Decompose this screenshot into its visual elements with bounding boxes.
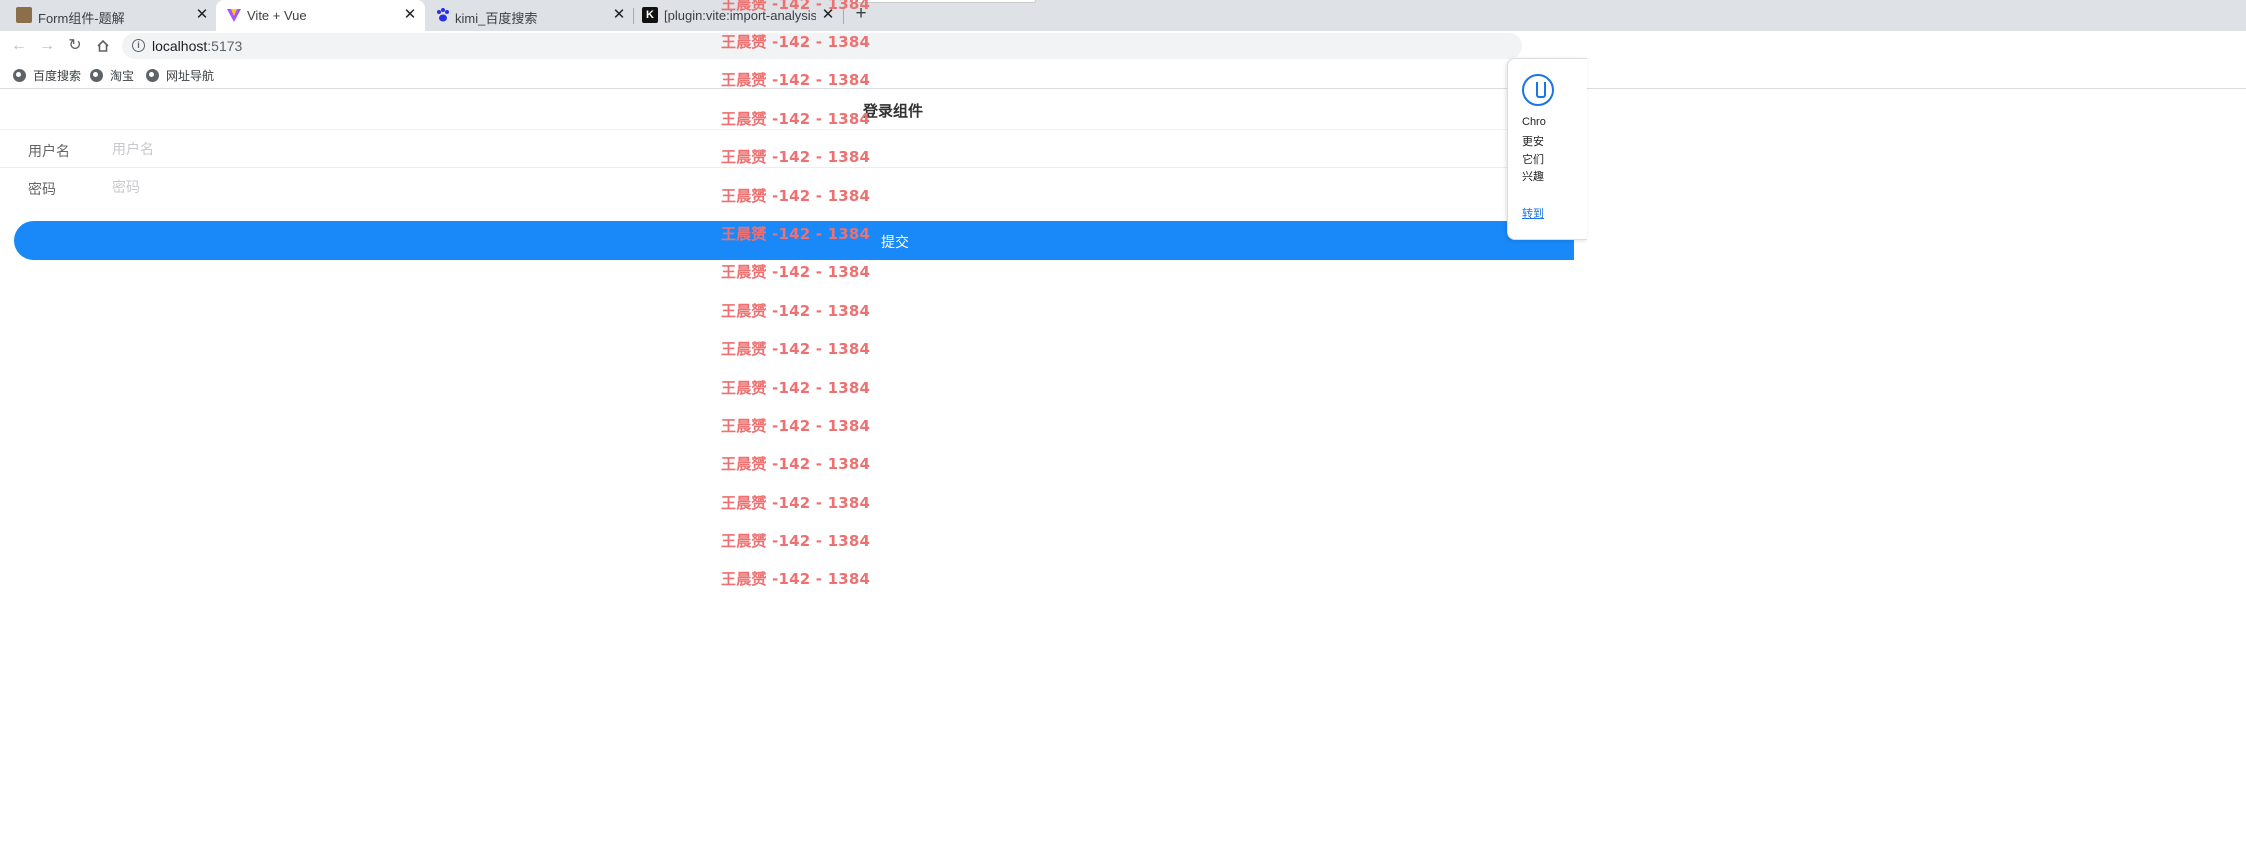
username-field: 用户名 (0, 130, 1545, 168)
submit-button[interactable]: 提交 (14, 221, 1574, 260)
bookmark-nav[interactable]: 网址导航 (146, 66, 214, 84)
username-label: 用户名 (28, 143, 70, 159)
page-content: 登录组件 用户名 密码 提交 (0, 90, 1574, 864)
globe-icon (90, 68, 103, 82)
vite-icon (226, 7, 242, 23)
popup-text-line: Chro (1522, 116, 1546, 128)
close-tab-icon[interactable]: ✕ (401, 6, 419, 24)
username-input[interactable] (112, 138, 1512, 160)
browser-toolbar: ← → ↻ i localhost:5173 (0, 31, 2246, 60)
popup-text-line: 兴趣 (1522, 171, 1544, 183)
close-tab-icon[interactable]: ✕ (819, 6, 837, 24)
tab-strip: Form组件-题解 ✕ Vite + Vue ✕ kimi_百度搜索 ✕ K [… (0, 0, 2246, 31)
kimi-k-icon: K (642, 7, 658, 23)
popup-link[interactable]: 转到 (1522, 205, 1544, 221)
bookmarks-bar: 百度搜索 淘宝 网址导航 (0, 60, 2246, 89)
tab-title: Vite + Vue (247, 8, 307, 23)
address-bar[interactable]: i localhost:5173 (122, 33, 1522, 59)
bookmark-baidu[interactable]: 百度搜索 (13, 66, 81, 84)
bookmark-label: 淘宝 (110, 68, 135, 83)
tab-kimi-baidu[interactable]: kimi_百度搜索 ✕ (425, 0, 633, 31)
chrome-side-popup: Chro 更安 它们 兴趣 转到 (1507, 58, 1587, 240)
reload-icon[interactable]: ↻ (64, 35, 86, 57)
forward-icon[interactable]: → (36, 35, 58, 57)
bookmark-label: 百度搜索 (33, 68, 82, 83)
home-icon[interactable] (92, 35, 114, 57)
tab-separator (843, 8, 844, 24)
close-tab-icon[interactable]: ✕ (610, 6, 628, 24)
avatar-icon (16, 7, 32, 23)
tab-form-solution[interactable]: Form组件-题解 ✕ (0, 0, 216, 31)
password-label: 密码 (28, 181, 56, 197)
flask-icon (1522, 74, 1554, 106)
submit-label: 提交 (881, 234, 909, 250)
password-field: 密码 (0, 168, 1545, 206)
tab-vite-vue[interactable]: Vite + Vue ✕ (216, 0, 425, 31)
tab-title: Form组件-题解 (38, 11, 125, 26)
popup-text-line: 更安 (1522, 136, 1544, 148)
popup-text-line: 它们 (1522, 154, 1544, 166)
back-icon[interactable]: ← (8, 35, 30, 57)
url-text: localhost:5173 (152, 38, 242, 54)
tab-title: kimi_百度搜索 (455, 11, 538, 26)
tab-plugin-error[interactable]: K [plugin:vite:import-analysis] - ✕ (634, 0, 844, 31)
dropdown-popup-edge (850, 0, 1036, 3)
site-info-icon[interactable]: i (132, 39, 145, 52)
new-tab-button[interactable]: + (851, 4, 871, 25)
globe-icon (13, 68, 26, 82)
password-input[interactable] (112, 176, 1512, 198)
nav-bar: 登录组件 (0, 90, 1545, 130)
close-tab-icon[interactable]: ✕ (193, 6, 211, 24)
globe-icon (146, 68, 159, 82)
bookmark-label: 网址导航 (166, 68, 215, 83)
baidu-paw-icon (435, 7, 451, 23)
page-background-right (1545, 90, 2246, 864)
url-port: :5173 (207, 38, 243, 54)
bookmark-taobao[interactable]: 淘宝 (90, 66, 134, 84)
url-host: localhost (152, 38, 208, 54)
tab-title: [plugin:vite:import-analysis] - (664, 8, 816, 23)
